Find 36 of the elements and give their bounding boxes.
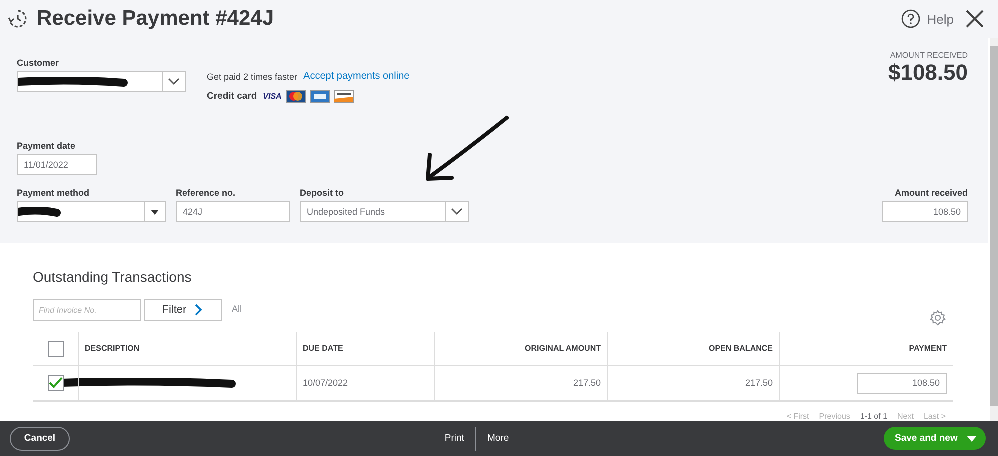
page-range: 1-1 of 1 xyxy=(860,412,888,421)
print-link[interactable]: Print xyxy=(434,433,476,444)
page-title: Receive Payment #424J xyxy=(37,7,274,31)
column-header: OPEN BALANCE xyxy=(708,344,773,353)
payment-field[interactable]: 108.50 xyxy=(857,372,947,394)
amount-total: $108.50 xyxy=(888,60,968,86)
deposit-dropdown[interactable]: Undeposited Funds xyxy=(300,201,469,222)
cancel-button[interactable]: Cancel xyxy=(10,426,70,450)
date-field[interactable]: 11/01/2022 xyxy=(17,154,97,175)
credit-card-label: Credit card xyxy=(207,91,258,102)
section-title: Outstanding Transactions xyxy=(33,269,193,285)
field-label: Reference no. xyxy=(176,188,237,198)
table-cell: 217.50 xyxy=(573,378,601,388)
table-cell: 217.50 xyxy=(745,378,773,388)
field-label: Payment date xyxy=(17,141,77,151)
filter-value: All xyxy=(232,304,242,314)
more-link[interactable]: More xyxy=(476,433,520,444)
field-label: Deposit to xyxy=(300,188,345,198)
table-cell: 10/07/2022 xyxy=(303,378,348,388)
visa-logo: VISA xyxy=(263,92,282,101)
help-link[interactable]: Help xyxy=(927,12,954,26)
accept-payments-link[interactable]: Accept payments online xyxy=(304,71,410,82)
reference-field[interactable]: 424J xyxy=(176,201,290,222)
invoice-search-field[interactable]: Find Invoice No. xyxy=(33,299,141,321)
filter-button[interactable]: Filter xyxy=(144,299,222,321)
amount-field[interactable]: 108.50 xyxy=(882,201,968,222)
column-header: DESCRIPTION xyxy=(85,344,140,353)
save-and-new-button[interactable]: Save and new xyxy=(884,427,986,450)
column-header: DUE DATE xyxy=(303,344,344,353)
field-label: Amount received xyxy=(894,188,968,198)
column-header: PAYMENT xyxy=(909,344,947,353)
promo-text: Get paid 2 times faster xyxy=(207,72,298,82)
field-label: Customer xyxy=(17,58,60,68)
column-header: ORIGINAL AMOUNT xyxy=(525,344,601,353)
amount-label: AMOUNT RECEIVED xyxy=(890,51,968,60)
field-label: Payment method xyxy=(17,188,91,198)
